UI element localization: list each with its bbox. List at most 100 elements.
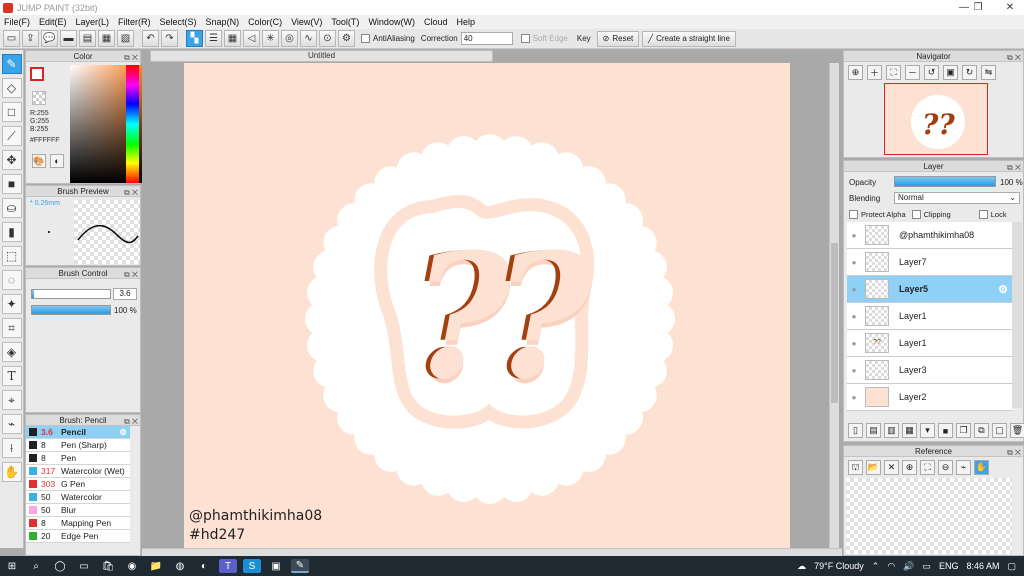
menu-help[interactable]: Help xyxy=(456,17,475,27)
rotate-left-icon[interactable]: ↺ xyxy=(924,65,939,80)
menu-layer[interactable]: Layer(L) xyxy=(76,17,110,27)
layer-visibility-icon[interactable]: ● xyxy=(847,366,861,375)
language-indicator[interactable]: ENG xyxy=(939,561,959,571)
brush-item[interactable]: 303 G Pen xyxy=(26,478,130,491)
protect-alpha-checkbox[interactable] xyxy=(849,210,858,219)
ref-hand-icon[interactable]: ✋ xyxy=(974,460,989,475)
layer-visibility-icon[interactable]: ● xyxy=(847,231,861,240)
tray-chevron-icon[interactable]: ⌃ xyxy=(872,561,880,572)
menu-tool[interactable]: Tool(T) xyxy=(331,17,359,27)
select-eraser-tool-icon[interactable]: ◈ xyxy=(1,342,22,362)
document-tab[interactable]: Untitled xyxy=(150,50,493,62)
panel-close-icon[interactable]: ⧉ ✕ xyxy=(124,269,138,280)
ref-zoom-in-icon[interactable]: ⊕ xyxy=(902,460,917,475)
brush-item[interactable]: 3.6 Pencil ⚙ xyxy=(26,426,130,439)
panel-layout-icon[interactable]: ▧ xyxy=(117,30,134,47)
select-pen-tool-icon[interactable]: ⌗ xyxy=(1,318,22,338)
menu-filter[interactable]: Filter(R) xyxy=(118,17,151,27)
hand-tool-icon[interactable]: ✋ xyxy=(1,462,22,482)
layer-row[interactable]: ● Layer3 xyxy=(847,357,1012,384)
line-tool-icon[interactable]: ⟋ xyxy=(1,126,22,146)
brush-item[interactable]: 8 Mapping Pen xyxy=(26,517,130,530)
new-canvas-icon[interactable]: ▭ xyxy=(3,30,20,47)
layer-scrollbar[interactable] xyxy=(1012,222,1022,408)
new-raster-layer-icon[interactable]: ▤ xyxy=(866,423,881,438)
snap-grid-icon[interactable]: ▦ xyxy=(224,30,241,47)
network-icon[interactable]: ◠ xyxy=(887,561,895,572)
ref-fit-icon[interactable]: ⛶ xyxy=(920,460,935,475)
weather-text[interactable]: 79°F Cloudy xyxy=(814,561,864,571)
chrome-icon[interactable]: ◉ xyxy=(123,559,141,573)
layer-opacity-slider[interactable] xyxy=(894,176,996,187)
lasso-tool-icon[interactable]: ◌ xyxy=(1,270,22,290)
antialiasing-checkbox[interactable] xyxy=(361,34,370,43)
menu-view[interactable]: View(V) xyxy=(291,17,322,27)
layer-row[interactable]: ●?? Layer1 xyxy=(847,330,1012,357)
menu-edit[interactable]: Edit(E) xyxy=(39,17,67,27)
menu-cloud[interactable]: Cloud xyxy=(424,17,448,27)
lock-checkbox[interactable] xyxy=(978,210,988,219)
blending-select[interactable]: Normal ⌄ xyxy=(894,192,1020,204)
text-tool-icon[interactable]: T xyxy=(1,366,22,386)
navigator-preview[interactable]: ?? xyxy=(884,83,988,155)
operation-tool-icon[interactable]: ⌖ xyxy=(1,390,22,410)
layer-row[interactable]: ● Layer7 xyxy=(847,249,1012,276)
reset-button[interactable]: ⊘ Reset xyxy=(596,30,640,47)
close-image-icon[interactable]: ✕ xyxy=(884,460,899,475)
open-image-icon[interactable]: 📂 xyxy=(866,460,881,475)
menu-color[interactable]: Color(C) xyxy=(248,17,282,27)
panel-close-icon[interactable]: ⧉ ✕ xyxy=(1007,162,1021,173)
rectangle-tool-icon[interactable]: □ xyxy=(1,102,22,122)
layer-row[interactable]: ● Layer5 ⚙ xyxy=(847,276,1012,303)
canvas-vertical-scrollbar[interactable] xyxy=(829,63,839,548)
panel-close-icon[interactable]: ⧉ ✕ xyxy=(124,416,138,427)
layer-row[interactable]: ● Layer2 xyxy=(847,384,1012,411)
transparent-color-swatch[interactable] xyxy=(32,91,46,105)
blur-tool-icon[interactable]: ⟊ xyxy=(1,438,22,458)
store-icon[interactable]: 🛍 xyxy=(99,559,117,573)
brush-settings-icon[interactable]: ⚙ xyxy=(119,427,127,438)
bucket-tool-icon[interactable]: ⛀ xyxy=(1,198,22,218)
foreground-color-swatch[interactable] xyxy=(30,67,44,81)
snap-focus-icon[interactable]: ◁ xyxy=(243,30,260,47)
battery-icon[interactable]: ▭ xyxy=(922,561,931,572)
discord-icon[interactable]: ◐ xyxy=(195,559,213,573)
layer-settings-icon[interactable]: ⚙ xyxy=(998,283,1008,296)
menu-snap[interactable]: Snap(N) xyxy=(206,17,240,27)
ref-eyedropper-icon[interactable]: ⌁ xyxy=(956,460,971,475)
snap-settings-icon[interactable]: ⚙ xyxy=(338,30,355,47)
windows-start-icon[interactable]: ⊞ xyxy=(3,559,21,573)
widgets-icon[interactable]: ▭ xyxy=(75,559,93,573)
snap-shape-icon[interactable]: ⊙ xyxy=(319,30,336,47)
redo-icon[interactable]: ↷ xyxy=(161,30,178,47)
rotate-right-icon[interactable]: ↻ xyxy=(962,65,977,80)
search-icon[interactable]: ⌕ xyxy=(27,559,45,573)
skype-icon[interactable]: S xyxy=(243,559,261,573)
clipping-checkbox[interactable] xyxy=(911,210,921,219)
menu-window[interactable]: Window(W) xyxy=(368,17,415,27)
merge-layer-icon[interactable]: ⧉ xyxy=(974,423,989,438)
comic-page-icon[interactable]: ▦ xyxy=(98,30,115,47)
current-colors[interactable] xyxy=(30,67,50,87)
panel-close-icon[interactable]: ⧉ ✕ xyxy=(1007,447,1021,458)
zoom-actual-icon[interactable]: ⛶ xyxy=(886,65,901,80)
delete-layer-icon[interactable]: 🗑 xyxy=(1010,423,1024,438)
pen-tool-icon[interactable]: ✎ xyxy=(1,54,22,74)
layer-visibility-icon[interactable]: ● xyxy=(847,339,861,348)
reference-layer-icon[interactable]: ⛫ xyxy=(848,460,863,475)
brush-item[interactable]: 317 Watercolor (Wet) xyxy=(26,465,130,478)
eraser-tool-icon[interactable]: ◇ xyxy=(1,78,22,98)
snap-curve-icon[interactable]: ∿ xyxy=(300,30,317,47)
hue-slider[interactable] xyxy=(126,65,139,183)
task-view-icon[interactable]: ◯ xyxy=(51,559,69,573)
file-explorer-icon[interactable]: 📁 xyxy=(147,559,165,573)
zoom-in-icon[interactable]: ＋ xyxy=(867,65,882,80)
menu-file[interactable]: File(F) xyxy=(4,17,30,27)
brush-size-value[interactable]: 3.6 xyxy=(113,288,137,300)
snap-off-icon[interactable]: ▚ xyxy=(186,30,203,47)
zoom-fit-icon[interactable]: ⊕ xyxy=(848,65,863,80)
jump-paint-taskbar-icon[interactable]: ✎ xyxy=(291,559,309,573)
clear-layer-icon[interactable]: ▢ xyxy=(992,423,1007,438)
eyedropper-tool-icon[interactable]: ⌁ xyxy=(1,414,22,434)
zoom-out-icon[interactable]: － xyxy=(905,65,920,80)
